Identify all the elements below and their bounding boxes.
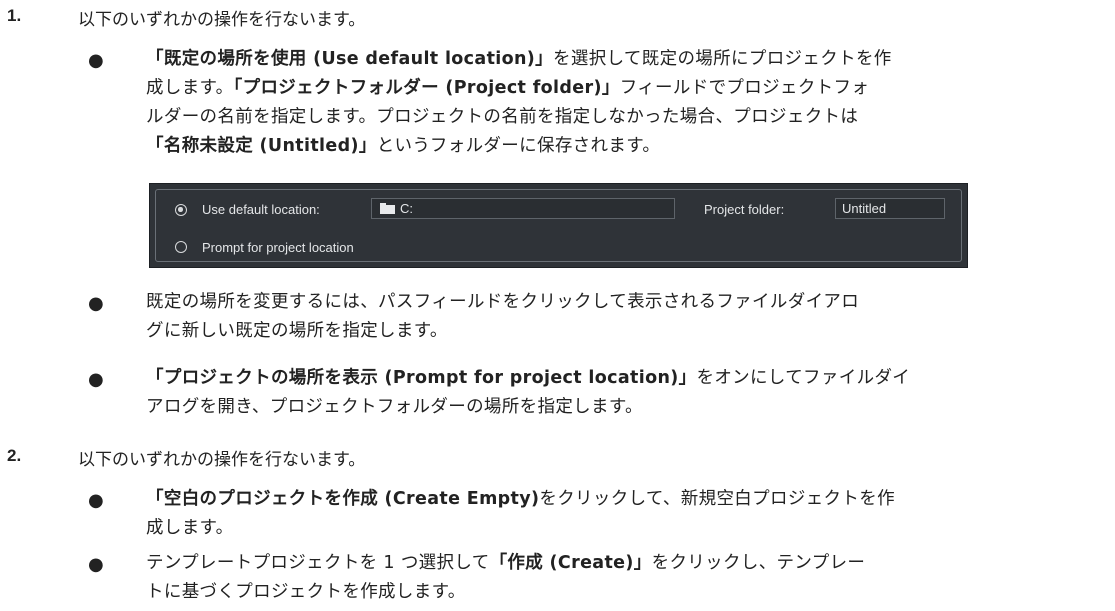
bullet-icon: ● [88, 490, 104, 511]
bullet-icon: ● [88, 554, 104, 575]
step-1-number: 1. [7, 6, 22, 25]
default-location-path-field[interactable]: C: [371, 198, 675, 219]
project-folder-value: Untitled [842, 201, 887, 216]
step-1-bullet-1-text: 「既定の場所を使用 (Use default location)」を選択して既定… [146, 49, 892, 156]
radio-selected-dot [178, 207, 183, 212]
prompt-for-location-radio[interactable] [175, 241, 187, 253]
bullet-icon: ● [88, 50, 104, 71]
prompt-for-location-label: Prompt for project location [202, 240, 354, 255]
project-location-dialog: Use default location: C: Project folder:… [149, 183, 968, 268]
folder-icon [380, 203, 395, 214]
use-default-location-radio[interactable] [175, 204, 187, 216]
step-1-text: 以下のいずれかの操作を行ないます。 [78, 10, 366, 30]
step-1-bullet-3-text: 「プロジェクトの場所を表示 (Prompt for project locati… [146, 368, 911, 417]
step-2-number: 2. [7, 446, 22, 465]
step-2-bullet-2-text: テンプレートプロジェクトを 1 つ選択して「作成 (Create)」をクリックし… [146, 553, 866, 602]
bullet-icon: ● [88, 293, 104, 314]
bullet-icon: ● [88, 369, 104, 390]
project-folder-field[interactable]: Untitled [835, 198, 945, 219]
step-1-bullet-2-text: 既定の場所を変更するには、パスフィールドをクリックして表示されるファイルダイアロ… [146, 292, 860, 341]
path-value: C: [400, 201, 413, 216]
step-2-bullet-1-text: 「空白のプロジェクトを作成 (Create Empty)をクリックして、新規空白… [146, 489, 895, 538]
project-folder-label: Project folder: [704, 202, 785, 217]
use-default-location-label: Use default location: [202, 202, 320, 217]
step-2-text: 以下のいずれかの操作を行ないます。 [78, 450, 366, 470]
